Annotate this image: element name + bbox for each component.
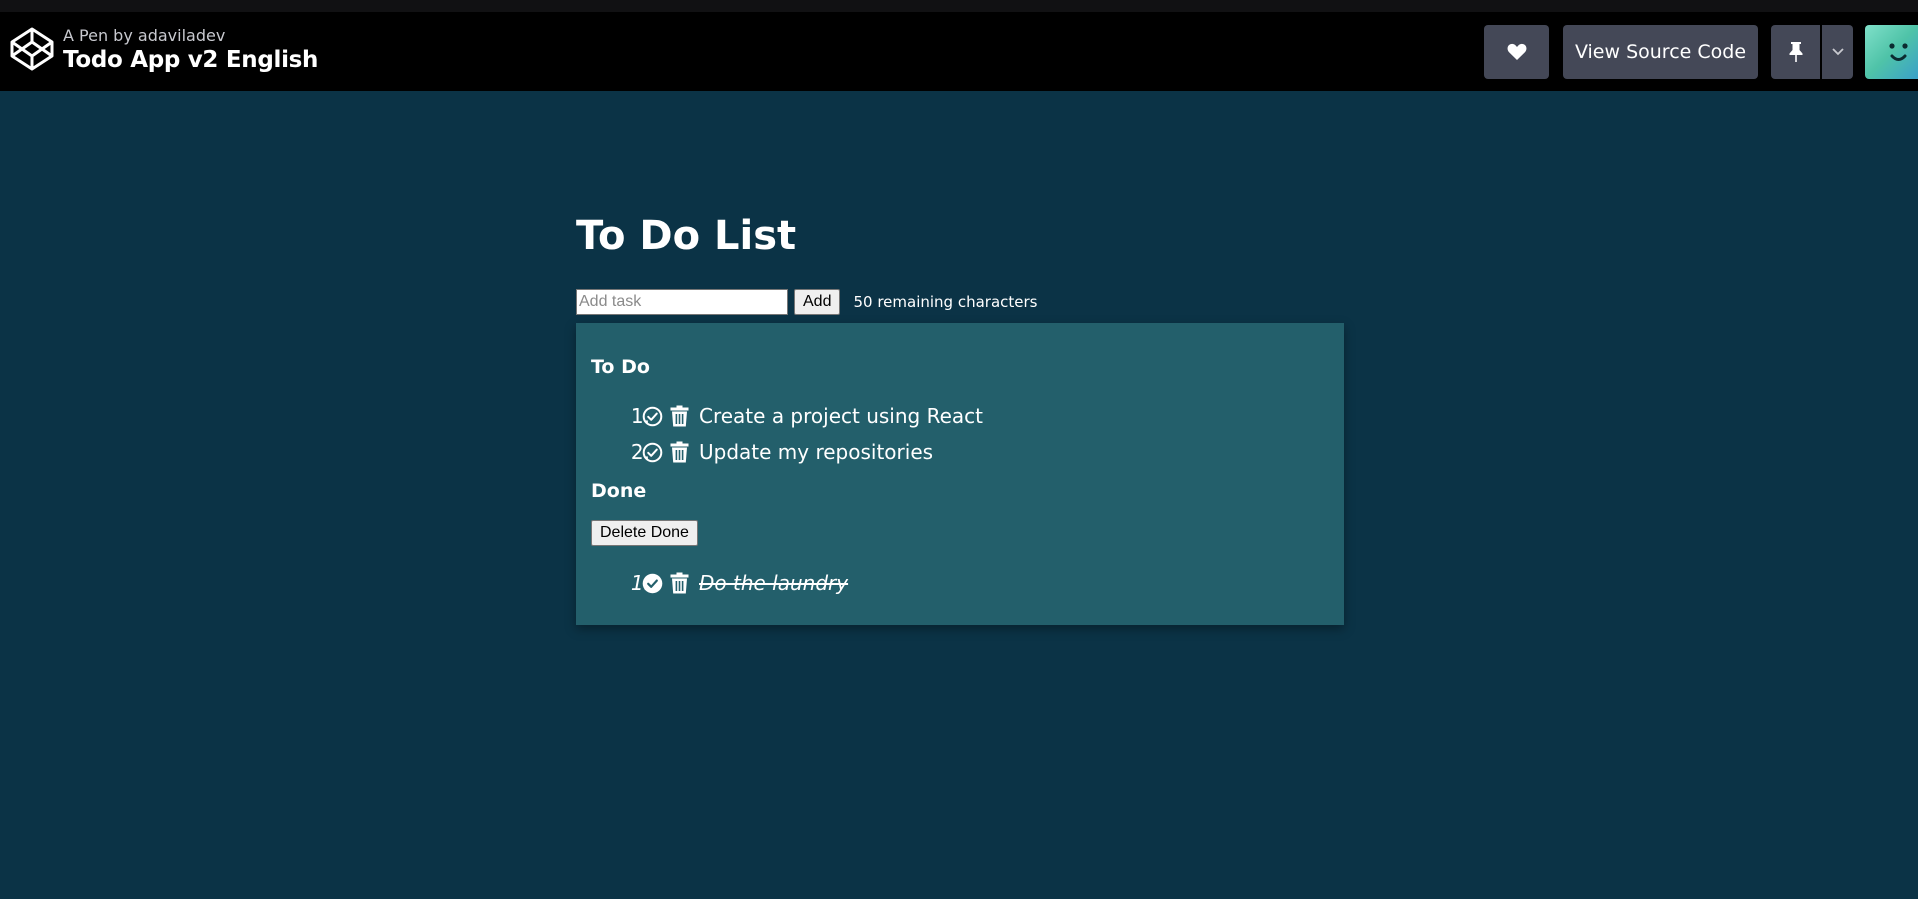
pin-options-button[interactable] xyxy=(1822,25,1853,79)
pen-meta: A Pen by adaviladev Todo App v2 English xyxy=(63,26,318,74)
trash-icon[interactable] xyxy=(670,441,689,463)
chevron-down-icon xyxy=(1831,48,1844,56)
done-heading: Done xyxy=(591,480,647,502)
pen-author[interactable]: A Pen by adaviladev xyxy=(63,26,318,46)
pin-button[interactable] xyxy=(1771,25,1820,79)
task-panel: To Do 1. Create a project using React 2.… xyxy=(576,323,1344,625)
remaining-characters: 50 remaining characters xyxy=(853,293,1038,311)
view-source-button[interactable]: View Source Code xyxy=(1563,25,1758,79)
user-avatar[interactable] xyxy=(1865,25,1918,79)
check-circle-icon[interactable] xyxy=(642,442,663,463)
page-title: To Do List xyxy=(576,213,797,259)
trash-icon[interactable] xyxy=(670,405,689,427)
pen-title: Todo App v2 English xyxy=(63,47,319,73)
delete-done-button[interactable]: Delete Done xyxy=(591,520,698,546)
add-task-input[interactable] xyxy=(576,289,788,315)
done-list: 1. Do the laundry xyxy=(576,565,1344,601)
todo-heading: To Do xyxy=(591,356,650,378)
todo-item-text: Update my repositories xyxy=(699,440,934,464)
codepen-logo-icon[interactable] xyxy=(9,26,55,72)
todo-list: 1. Create a project using React 2. Updat… xyxy=(576,398,1344,470)
list-item: 1. Create a project using React xyxy=(576,398,1344,434)
todo-item-text: Create a project using React xyxy=(699,404,983,428)
add-task-form: Add 50 remaining characters xyxy=(576,289,1037,315)
smiley-avatar-icon xyxy=(1889,43,1908,61)
codepen-header: A Pen by adaviladev Todo App v2 English … xyxy=(0,12,1918,91)
trash-icon[interactable] xyxy=(670,572,689,594)
top-strip xyxy=(0,0,1918,12)
list-item: 2. Update my repositories xyxy=(576,434,1344,470)
love-button[interactable] xyxy=(1484,25,1549,79)
list-item: 1. Do the laundry xyxy=(576,565,1344,601)
done-item-text: Do the laundry xyxy=(699,571,849,595)
check-circle-icon[interactable] xyxy=(642,406,663,427)
add-button[interactable]: Add xyxy=(794,289,841,315)
heart-icon xyxy=(1507,43,1526,60)
pin-icon xyxy=(1789,42,1802,62)
check-circle-filled-icon[interactable] xyxy=(642,573,663,594)
